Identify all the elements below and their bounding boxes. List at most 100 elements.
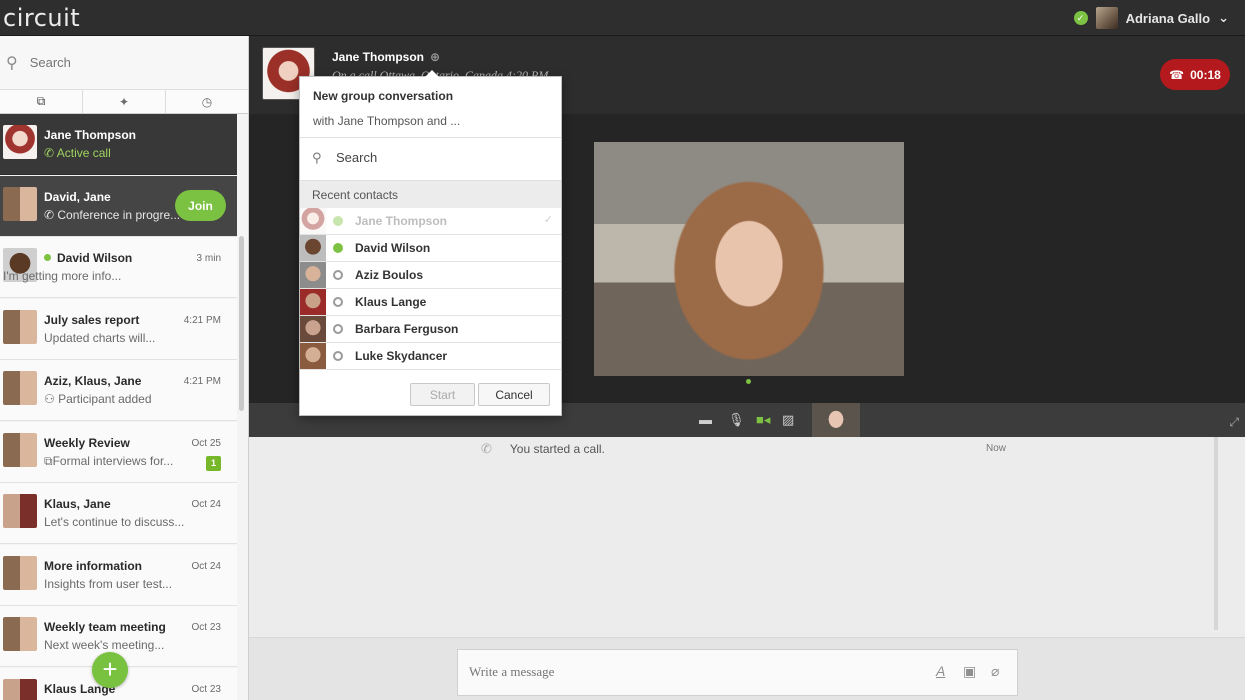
new-conversation-button[interactable]: +	[92, 652, 128, 688]
unread-badge: 1	[206, 456, 221, 471]
conversation-name: Weekly team meeting	[44, 620, 166, 634]
self-view-video	[812, 403, 860, 437]
conversation-item-klaus-jane[interactable]: Klaus, Jane Let's continue to discuss...…	[0, 483, 237, 544]
avatar	[3, 310, 37, 344]
join-button[interactable]: Join	[175, 190, 226, 221]
popup-subtitle: with Jane Thompson and ...	[313, 114, 461, 128]
conversation-item-aziz-klaus-jane[interactable]: Aziz, Klaus, Jane ⚇ Participant added 4:…	[0, 360, 237, 421]
contact-name: Luke Skydancer	[355, 349, 448, 363]
contact-search-input[interactable]	[336, 150, 536, 165]
selected-check-icon	[333, 243, 343, 253]
contact-name: Aziz Boulos	[355, 268, 423, 282]
popup-search: ⚲	[300, 137, 561, 181]
cancel-button[interactable]: Cancel	[478, 383, 550, 406]
contact-row-jane-thompson[interactable]: Jane Thompson ✓	[300, 208, 561, 235]
add-participant-icon[interactable]: ⊕	[430, 50, 440, 64]
conversation-time: 4:21 PM	[183, 315, 221, 326]
avatar	[3, 494, 37, 528]
phone-icon: ✆	[44, 208, 58, 222]
recent-contacts-header: Recent contacts	[300, 181, 561, 208]
contact-row-aziz-boulos[interactable]: Aziz Boulos	[300, 262, 561, 289]
phone-icon: ✆	[481, 441, 492, 456]
name-text: David Wilson	[57, 251, 133, 265]
expand-icon[interactable]: ⤢	[1229, 415, 1239, 430]
avatar	[3, 617, 37, 651]
avatar	[3, 187, 37, 221]
subtitle-text: Participant added	[58, 392, 152, 406]
sidebar-search: ⚲	[0, 36, 248, 90]
chat-scrollbar[interactable]	[1214, 437, 1218, 630]
conversation-time: 3 min	[196, 253, 221, 264]
conversation-name: More information	[44, 559, 142, 573]
subtitle-text: Formal interviews for...	[52, 454, 174, 468]
attachment-icon[interactable]: ⌀	[991, 663, 999, 680]
presence-available-icon: ✓	[1073, 11, 1088, 25]
radio-icon	[333, 270, 343, 280]
avatar	[300, 208, 326, 234]
event-time: Now	[986, 443, 1007, 454]
avatar	[3, 125, 37, 159]
remote-video	[594, 142, 904, 376]
contact-row-david-wilson[interactable]: David Wilson	[300, 235, 561, 262]
user-name: Adriana Gallo	[1125, 10, 1211, 26]
text-format-icon[interactable]: A	[936, 663, 945, 679]
popup-caret	[425, 70, 439, 77]
selected-check-icon	[333, 216, 343, 226]
contact-name: David Wilson	[355, 241, 431, 255]
new-group-conversation-popup: New group conversation with Jane Thompso…	[299, 70, 562, 416]
conversation-subtitle: I'm getting more info...	[3, 269, 122, 283]
plus-icon: +	[102, 654, 118, 684]
microphone-icon[interactable]: 🎙	[728, 412, 745, 428]
contact-row-luke-skydancer[interactable]: Luke Skydancer	[300, 343, 561, 370]
tab-conversations[interactable]: ⧉	[0, 90, 83, 113]
conversation-subtitle: Let's continue to discuss...	[44, 515, 185, 529]
screen-share-icon[interactable]: ▬	[699, 412, 712, 427]
image-icon[interactable]: ▣	[963, 663, 976, 680]
radio-icon	[333, 297, 343, 307]
call-event-text: You started a call.	[509, 442, 605, 456]
start-button[interactable]: Start	[410, 383, 475, 406]
composer-area: A ▣ ⌀	[249, 637, 1245, 700]
conversation-time: Oct 23	[191, 622, 221, 633]
end-call-button[interactable]: ☎ 00:18	[1160, 59, 1230, 90]
avatar	[300, 262, 326, 288]
tab-recent[interactable]: ◷	[166, 90, 248, 113]
avatar	[300, 289, 326, 315]
conversation-item-weekly-review[interactable]: Weekly Review ⧉Formal interviews for... …	[0, 422, 237, 483]
contact-name: Jane Thompson ⊕	[332, 50, 440, 64]
subtitle-text: Conference in progre...	[57, 208, 181, 222]
video-off-icon[interactable]: ▨	[782, 412, 794, 428]
phone-icon: ✆	[44, 146, 57, 160]
sidebar-tabs: ⧉ ✦ ◷	[0, 90, 248, 114]
conversation-subtitle: Updated charts will...	[44, 331, 156, 345]
message-input[interactable]	[469, 664, 849, 680]
sidebar-scrollbar[interactable]	[239, 236, 244, 411]
conversation-name: David Wilson	[44, 251, 132, 265]
avatar	[300, 343, 326, 369]
conversation-subtitle: ⚇ Participant added	[44, 392, 152, 406]
conversation-name: Klaus, Jane	[44, 497, 111, 511]
conversations-icon: ⧉	[36, 94, 46, 108]
conversation-name: Aziz, Klaus, Jane	[44, 374, 142, 388]
search-icon: ⚲	[312, 150, 322, 165]
tab-muted[interactable]: ✦	[83, 90, 166, 113]
contact-row-barbara-ferguson[interactable]: Barbara Ferguson	[300, 316, 561, 343]
contact-name-text: Jane Thompson	[332, 50, 425, 64]
popup-title: New group conversation	[313, 89, 454, 103]
conversation-item-david-wilson[interactable]: David Wilson I'm getting more info... 3 …	[0, 237, 237, 298]
conversation-time: Oct 23	[191, 684, 221, 695]
conversation-item-jane-thompson[interactable]: Jane Thompson ✆ Active call	[0, 114, 237, 175]
conversation-item-david-jane[interactable]: David, Jane ✆ Conference in progre... Jo…	[0, 176, 237, 237]
user-menu[interactable]: ✓ Adriana Gallo ⌄	[1073, 7, 1229, 29]
online-status-icon	[44, 254, 51, 261]
user-avatar	[1095, 7, 1118, 29]
conversation-item-more-information[interactable]: More information Insights from user test…	[0, 545, 237, 606]
video-camera-icon[interactable]: ■◂	[756, 412, 770, 428]
conversation-item-july-sales-report[interactable]: July sales report Updated charts will...…	[0, 299, 237, 360]
search-input[interactable]	[29, 55, 220, 70]
avatar	[3, 556, 37, 590]
app-window: circuit ✓ Adriana Gallo ⌄ ⚲ ⧉ ✦ ◷ Jane T…	[0, 0, 1245, 700]
conversation-time: Oct 25	[191, 438, 221, 449]
conversation-subtitle: Next week's meeting...	[44, 638, 165, 652]
contact-row-klaus-lange[interactable]: Klaus Lange	[300, 289, 561, 316]
